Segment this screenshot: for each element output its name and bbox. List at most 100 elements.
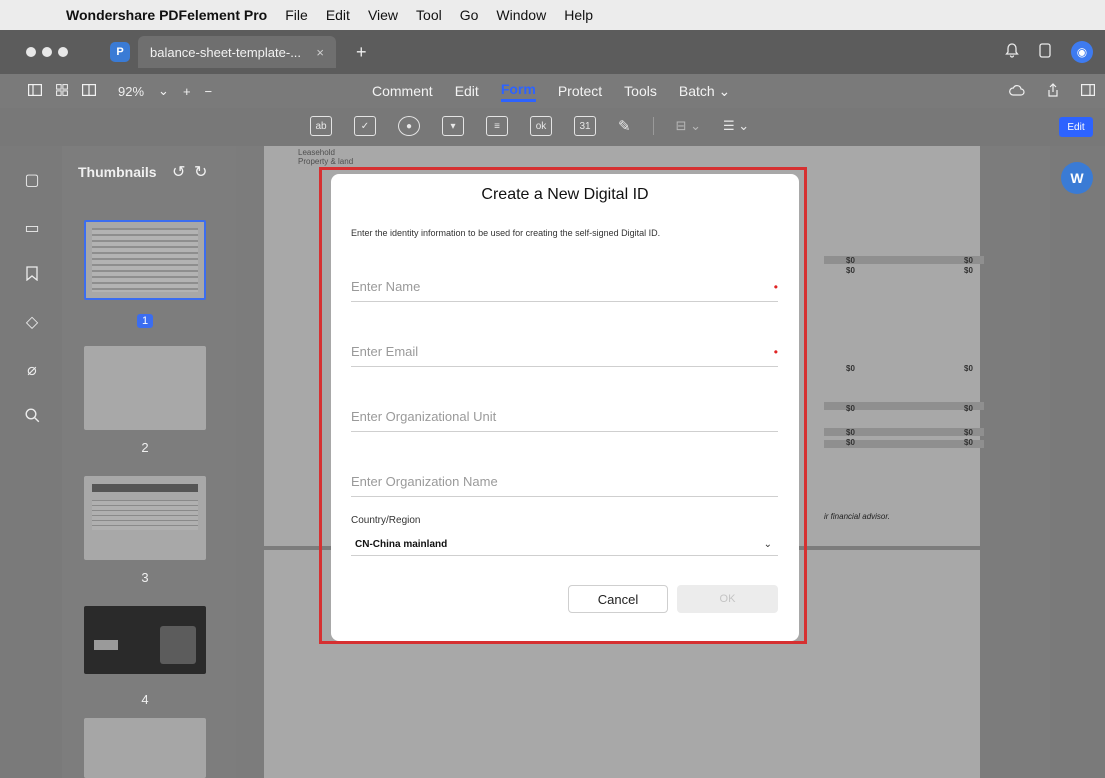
page-icon[interactable]: ▢ [22,170,42,190]
thumbnails-panel: Thumbnails ↺ ↻ 1 2 3 4 [62,146,236,778]
ok-button[interactable]: OK [677,585,778,613]
checkbox-tool-icon[interactable]: ✓ [354,116,376,136]
tab-batch[interactable]: Batch ⌄ [679,83,730,100]
text-field-tool-icon[interactable]: ab [310,116,332,136]
menu-help[interactable]: Help [564,7,593,23]
search-icon[interactable] [22,408,42,428]
doc-note: ir financial advisor. [824,512,890,521]
panel-toggle-icon[interactable] [1081,83,1096,99]
thumbnails-title: Thumbnails [78,164,157,180]
name-input[interactable] [351,272,751,300]
thumbnail-preview [92,228,198,292]
align-tool-icon[interactable]: ⊟ ⌄ [676,118,701,134]
doc-value: $0 [964,428,973,437]
doc-line: Property & land [298,157,354,166]
page-thumbnail-3[interactable] [84,476,206,560]
date-field-tool-icon[interactable]: 31 [574,116,596,136]
rotate-right-icon[interactable]: ↻ [194,162,207,182]
page-thumbnail-2[interactable] [84,346,206,430]
page-number-4: 4 [141,692,149,707]
attachment-icon[interactable]: ⌀ [22,360,42,380]
tab-form[interactable]: Form [500,81,536,102]
minimize-window-button[interactable] [42,47,52,57]
close-window-button[interactable] [26,47,36,57]
cloud-icon[interactable] [1009,83,1025,99]
menu-file[interactable]: File [285,7,308,23]
edit-button[interactable]: Edit [1059,117,1093,137]
device-icon[interactable] [1039,42,1051,62]
chevron-down-icon: ⌄ [763,539,772,550]
toolbar-right [1009,74,1096,108]
menu-bar: Wondershare PDFelement Pro File Edit Vie… [0,0,1105,30]
tab-protect[interactable]: Protect [558,83,602,99]
tab-tools[interactable]: Tools [624,83,657,99]
doc-value: $0 [846,404,855,413]
required-indicator: • [773,280,778,294]
doc-value: $0 [846,266,855,275]
combo-box-tool-icon[interactable]: ▾ [442,116,464,136]
country-region-value: CN-China mainland [355,539,448,550]
zoom-in-button[interactable]: + [183,84,191,99]
layers-icon[interactable]: ◇ [22,312,42,332]
tab-comment[interactable]: Comment [372,83,433,99]
form-tools: ab ✓ ● ▾ ≡ ok 31 ✎ ⊟ ⌄ ☰ ⌄ [310,116,749,136]
page-thumbnail-4[interactable] [84,606,206,674]
doc-value: $0 [964,266,973,275]
signature-tool-icon[interactable]: ✎ [618,117,631,135]
document-tab[interactable]: balance-sheet-template-... × [138,36,336,68]
page-number-2: 2 [141,440,149,455]
page-thumbnail-1[interactable] [84,220,206,300]
required-indicator: • [773,345,778,359]
email-field[interactable]: • [351,337,778,367]
zoom-out-button[interactable]: − [205,84,213,99]
doc-value: $0 [846,438,855,447]
country-region-select[interactable]: CN-China mainland ⌄ [351,534,778,556]
left-rail: ▢ ▭ ◇ ⌀ [0,146,62,778]
grid-view-icon[interactable] [56,83,68,99]
user-avatar[interactable]: ◉ [1071,41,1093,63]
close-tab-icon[interactable]: × [316,45,324,60]
menu-view[interactable]: View [368,7,398,23]
form-tools-bar: ab ✓ ● ▾ ≡ ok 31 ✎ ⊟ ⌄ ☰ ⌄ Edit [0,108,1105,146]
menu-app-name[interactable]: Wondershare PDFelement Pro [66,7,267,23]
rotate-left-icon[interactable]: ↺ [172,162,185,182]
doc-value: $0 [964,404,973,413]
view-controls: 92% ⌄ + − [0,83,212,99]
sidebar-toggle-icon[interactable] [28,83,43,99]
ai-assistant-icon[interactable]: W [1061,162,1093,194]
bookmark-icon[interactable] [22,266,42,286]
thumbnail-preview [92,484,198,492]
organizational-unit-input[interactable] [351,402,751,430]
tab-edit[interactable]: Edit [455,83,479,99]
organization-name-field[interactable] [351,467,778,497]
doc-value: $0 [846,428,855,437]
name-field[interactable]: • [351,272,778,302]
bell-icon[interactable] [1005,42,1019,62]
organizational-unit-field[interactable] [351,402,778,432]
page-thumbnail-5[interactable] [84,718,206,778]
zoom-dropdown-icon[interactable]: ⌄ [158,83,169,99]
menu-tool[interactable]: Tool [416,7,442,23]
list-box-tool-icon[interactable]: ≡ [486,116,508,136]
comment-icon[interactable]: ▭ [22,218,42,238]
doc-value: $0 [846,364,855,373]
menu-go[interactable]: Go [460,7,479,23]
button-tool-icon[interactable]: ok [530,116,552,136]
new-tab-button[interactable]: + [356,42,367,63]
organization-name-input[interactable] [351,467,751,495]
distribute-tool-icon[interactable]: ☰ ⌄ [723,118,749,134]
pdfelement-logo-icon: P [110,42,130,62]
zoom-level[interactable]: 92% [118,84,144,99]
menu-edit[interactable]: Edit [326,7,350,23]
cancel-button[interactable]: Cancel [568,585,668,613]
doc-value: $0 [846,256,855,265]
share-icon[interactable] [1047,82,1059,100]
menu-window[interactable]: Window [496,7,546,23]
thumbnail-image [94,640,118,650]
email-input[interactable] [351,337,751,365]
dialog-title: Create a New Digital ID [481,186,649,203]
radio-button-tool-icon[interactable]: ● [398,116,420,136]
zoom-window-button[interactable] [58,47,68,57]
create-digital-id-dialog: Create a New Digital ID Enter the identi… [331,174,799,641]
page-view-icon[interactable] [82,83,97,99]
